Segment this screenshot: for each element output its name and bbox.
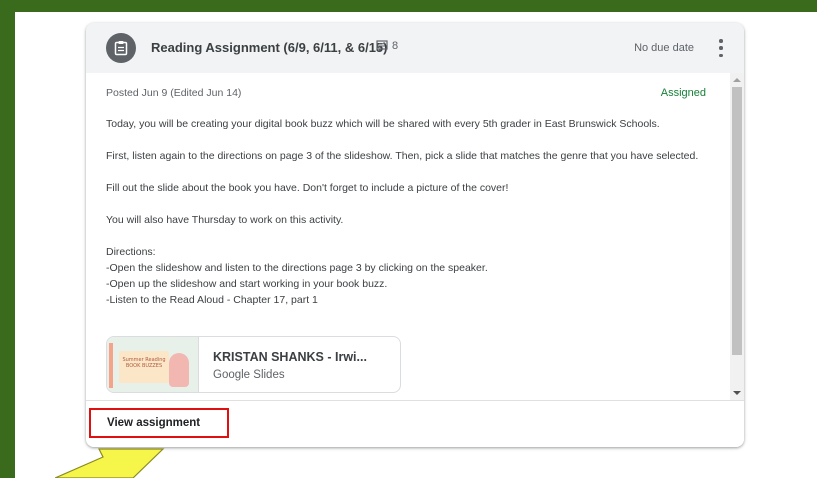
comment-icon <box>376 40 388 52</box>
scroll-up-arrow-icon[interactable] <box>733 78 741 82</box>
status-badge: Assigned <box>660 87 706 99</box>
due-date: No due date <box>634 42 694 54</box>
scrollbar[interactable] <box>730 73 744 400</box>
description-paragraph: You will also have Thursday to work on t… <box>106 214 344 226</box>
thumbnail-text: Summer Reading BOOK BUZZES <box>122 357 166 369</box>
description-paragraph: Fill out the slide about the book you ha… <box>106 182 509 194</box>
description-paragraph: First, listen again to the directions on… <box>106 150 699 162</box>
attachment-google-slides[interactable]: Summer Reading BOOK BUZZES KRISTAN SHANK… <box>106 336 401 393</box>
directions-heading: Directions: <box>106 246 156 258</box>
more-options-icon[interactable] <box>718 39 724 57</box>
assignment-description: Today, you will be creating your digital… <box>106 116 706 308</box>
pointer-arrow-icon <box>55 448 165 478</box>
card-footer: View assignment <box>86 400 744 447</box>
attachment-thumbnail: Summer Reading BOOK BUZZES <box>107 337 199 392</box>
assignment-card: Reading Assignment (6/9, 6/11, & 6/15) 8… <box>86 23 744 447</box>
posted-date: Posted Jun 9 (Edited Jun 14) <box>106 87 242 99</box>
direction-item: -Open up the slideshow and start working… <box>106 278 388 290</box>
card-body: Posted Jun 9 (Edited Jun 14) Assigned To… <box>86 73 744 400</box>
assignment-title: Reading Assignment (6/9, 6/11, & 6/15) <box>151 40 388 55</box>
comment-count-label: 8 <box>392 40 399 52</box>
scroll-down-arrow-icon[interactable] <box>733 391 741 395</box>
attachment-title: KRISTAN SHANKS - Irwi... <box>213 350 367 364</box>
direction-item: -Open the slideshow and listen to the di… <box>106 262 488 274</box>
description-paragraph: Today, you will be creating your digital… <box>106 118 660 130</box>
direction-item: -Listen to the Read Aloud - Chapter 17, … <box>106 294 318 306</box>
scrollbar-thumb[interactable] <box>732 87 742 355</box>
attachment-type: Google Slides <box>213 369 285 381</box>
view-assignment-button[interactable]: View assignment <box>89 408 229 438</box>
comment-count: 8 <box>376 40 398 52</box>
card-header[interactable]: Reading Assignment (6/9, 6/11, & 6/15) 8… <box>86 23 744 73</box>
assignment-icon <box>106 33 136 63</box>
